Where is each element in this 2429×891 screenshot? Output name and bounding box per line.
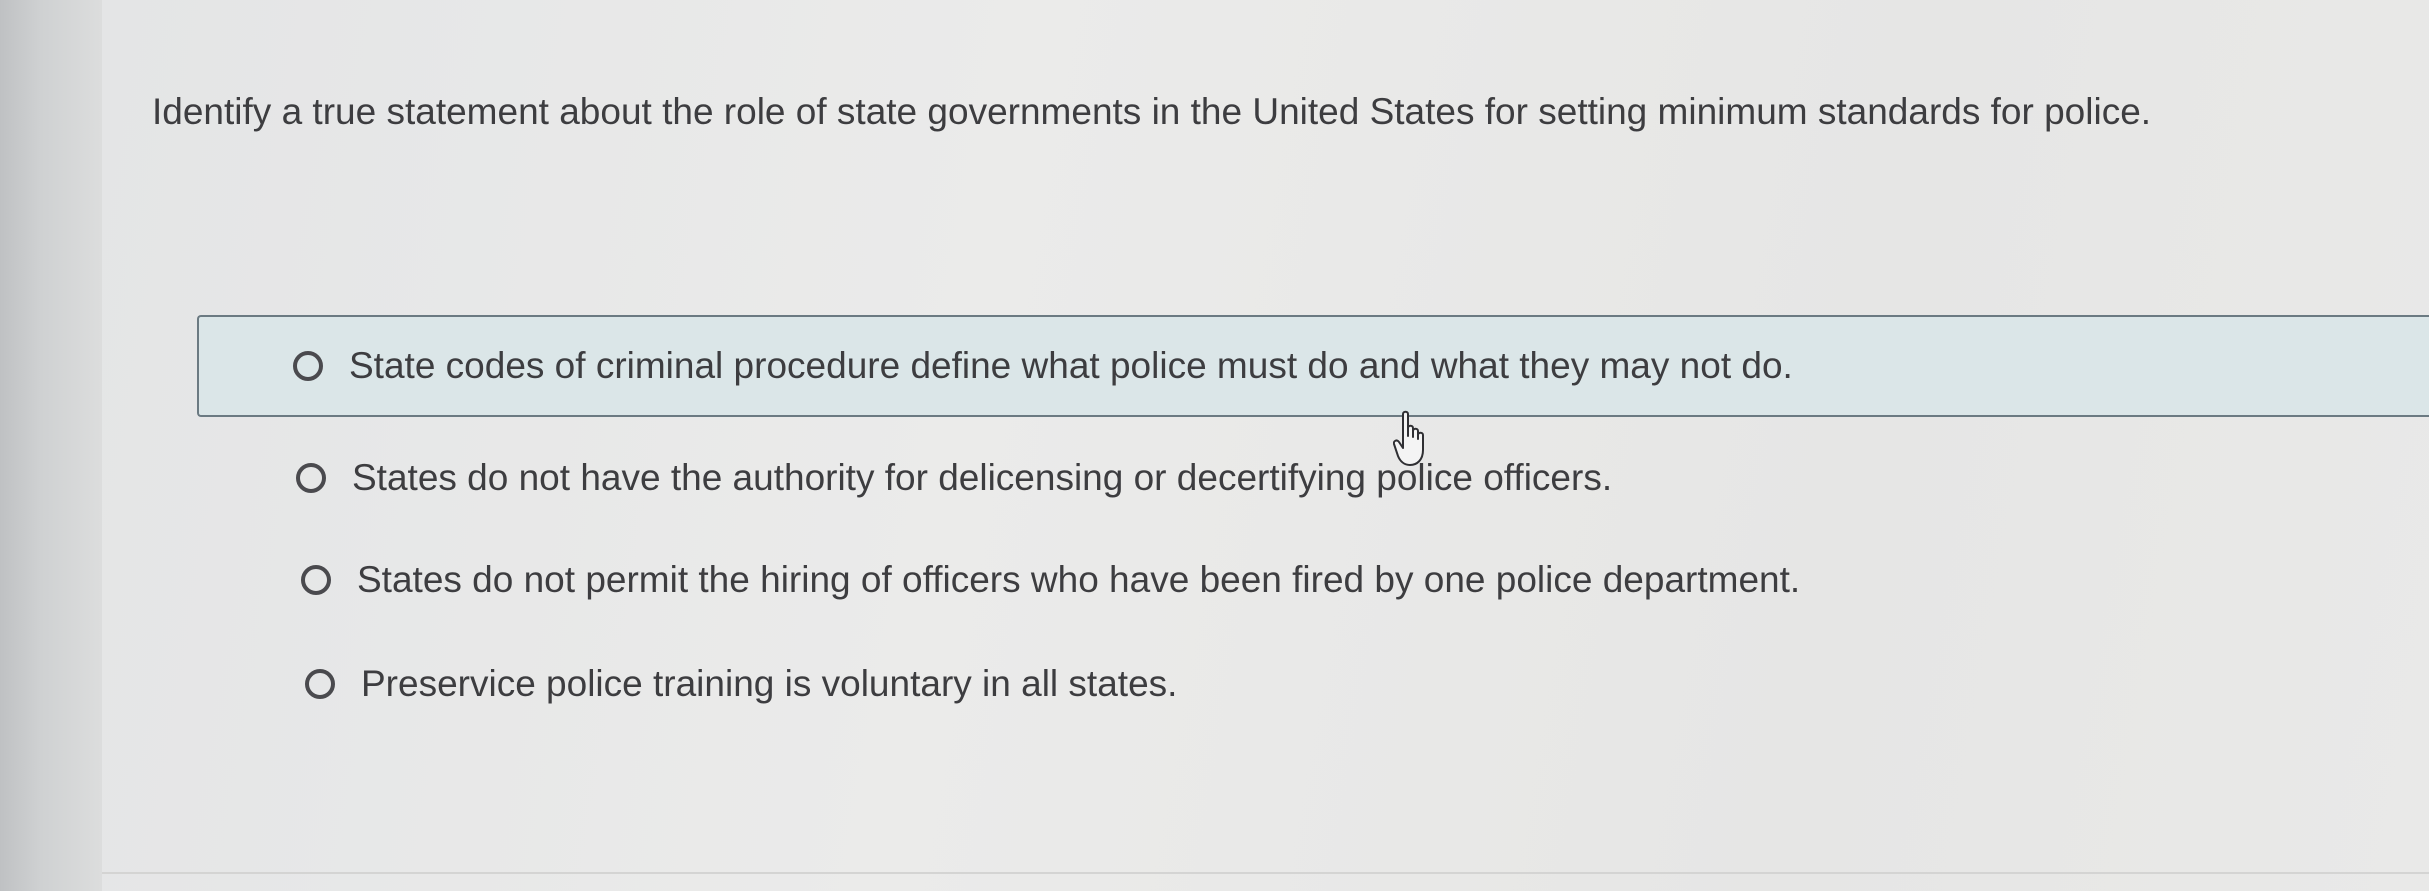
answer-option-4[interactable]: Preservice police training is voluntary … (305, 654, 1177, 714)
answer-option-3[interactable]: States do not permit the hiring of offic… (301, 550, 1800, 610)
answer-option-label: State codes of criminal procedure define… (349, 345, 1793, 386)
radio-button-icon[interactable] (305, 669, 335, 699)
divider (102, 872, 2429, 874)
answer-option-1[interactable]: State codes of criminal procedure define… (197, 315, 2429, 417)
radio-button-icon[interactable] (293, 351, 323, 381)
hand-pointer-cursor-icon (1393, 410, 1424, 466)
answer-option-label: Preservice police training is voluntary … (361, 663, 1178, 704)
radio-button-icon[interactable] (296, 463, 326, 493)
radio-button-icon[interactable] (301, 565, 331, 595)
answer-option-label: States do not permit the hiring of offic… (357, 559, 1801, 600)
answer-options: State codes of criminal procedure define… (0, 0, 2429, 891)
